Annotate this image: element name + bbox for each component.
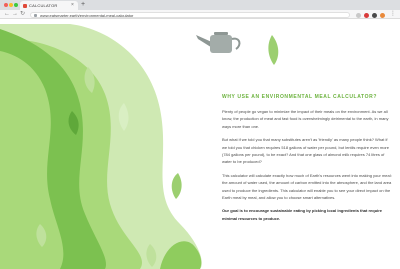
leaf-icon [268, 35, 279, 65]
extension-icon[interactable] [364, 12, 369, 18]
watering-can-icon [196, 32, 241, 53]
reload-icon[interactable]: ↻ [20, 11, 25, 18]
menu-icon[interactable]: ⋮ [390, 11, 396, 18]
close-window-icon[interactable] [4, 3, 8, 7]
tab-close-icon[interactable]: × [71, 2, 74, 8]
section-heading: WHY USE AN ENVIRONMENTAL MEAL CALCULATOR… [222, 94, 377, 100]
favicon-icon [23, 3, 27, 8]
calculator-intro: WHY USE AN ENVIRONMENTAL MEAL CALCULATOR… [222, 94, 392, 228]
url-text: www.eatsmarter.earth/environmental-meal-… [40, 13, 134, 18]
new-tab-icon[interactable]: + [81, 1, 85, 8]
goal-statement: Our goal is to encourage sustainable eat… [222, 208, 383, 221]
leaf-icon [171, 173, 182, 199]
tab-title: CALCULATOR [29, 2, 58, 8]
browser-toolbar: ← → ↻ www.eatsmarter.earth/environmental… [0, 10, 400, 19]
paragraph: This calculator will calculate exactly h… [222, 172, 392, 201]
back-icon[interactable]: ← [4, 11, 10, 18]
profile-avatar-icon[interactable] [380, 12, 385, 18]
forward-icon[interactable]: → [12, 11, 18, 18]
browser-tab-bar: CALCULATOR × + [0, 0, 400, 10]
maximize-window-icon[interactable] [14, 3, 18, 7]
address-bar[interactable]: www.eatsmarter.earth/environmental-meal-… [30, 11, 350, 18]
bookmark-star-icon[interactable] [356, 12, 361, 18]
browser-tab[interactable]: CALCULATOR × [20, 1, 78, 10]
paragraph: But what if we told you that many substi… [222, 137, 389, 165]
extension-icon[interactable] [372, 12, 377, 18]
minimize-window-icon[interactable] [9, 3, 13, 7]
page: WHY USE AN ENVIRONMENTAL MEAL CALCULATOR… [0, 19, 400, 269]
lock-icon [34, 13, 37, 17]
paragraph: Plenty of people go vegan to minimize th… [222, 109, 389, 129]
